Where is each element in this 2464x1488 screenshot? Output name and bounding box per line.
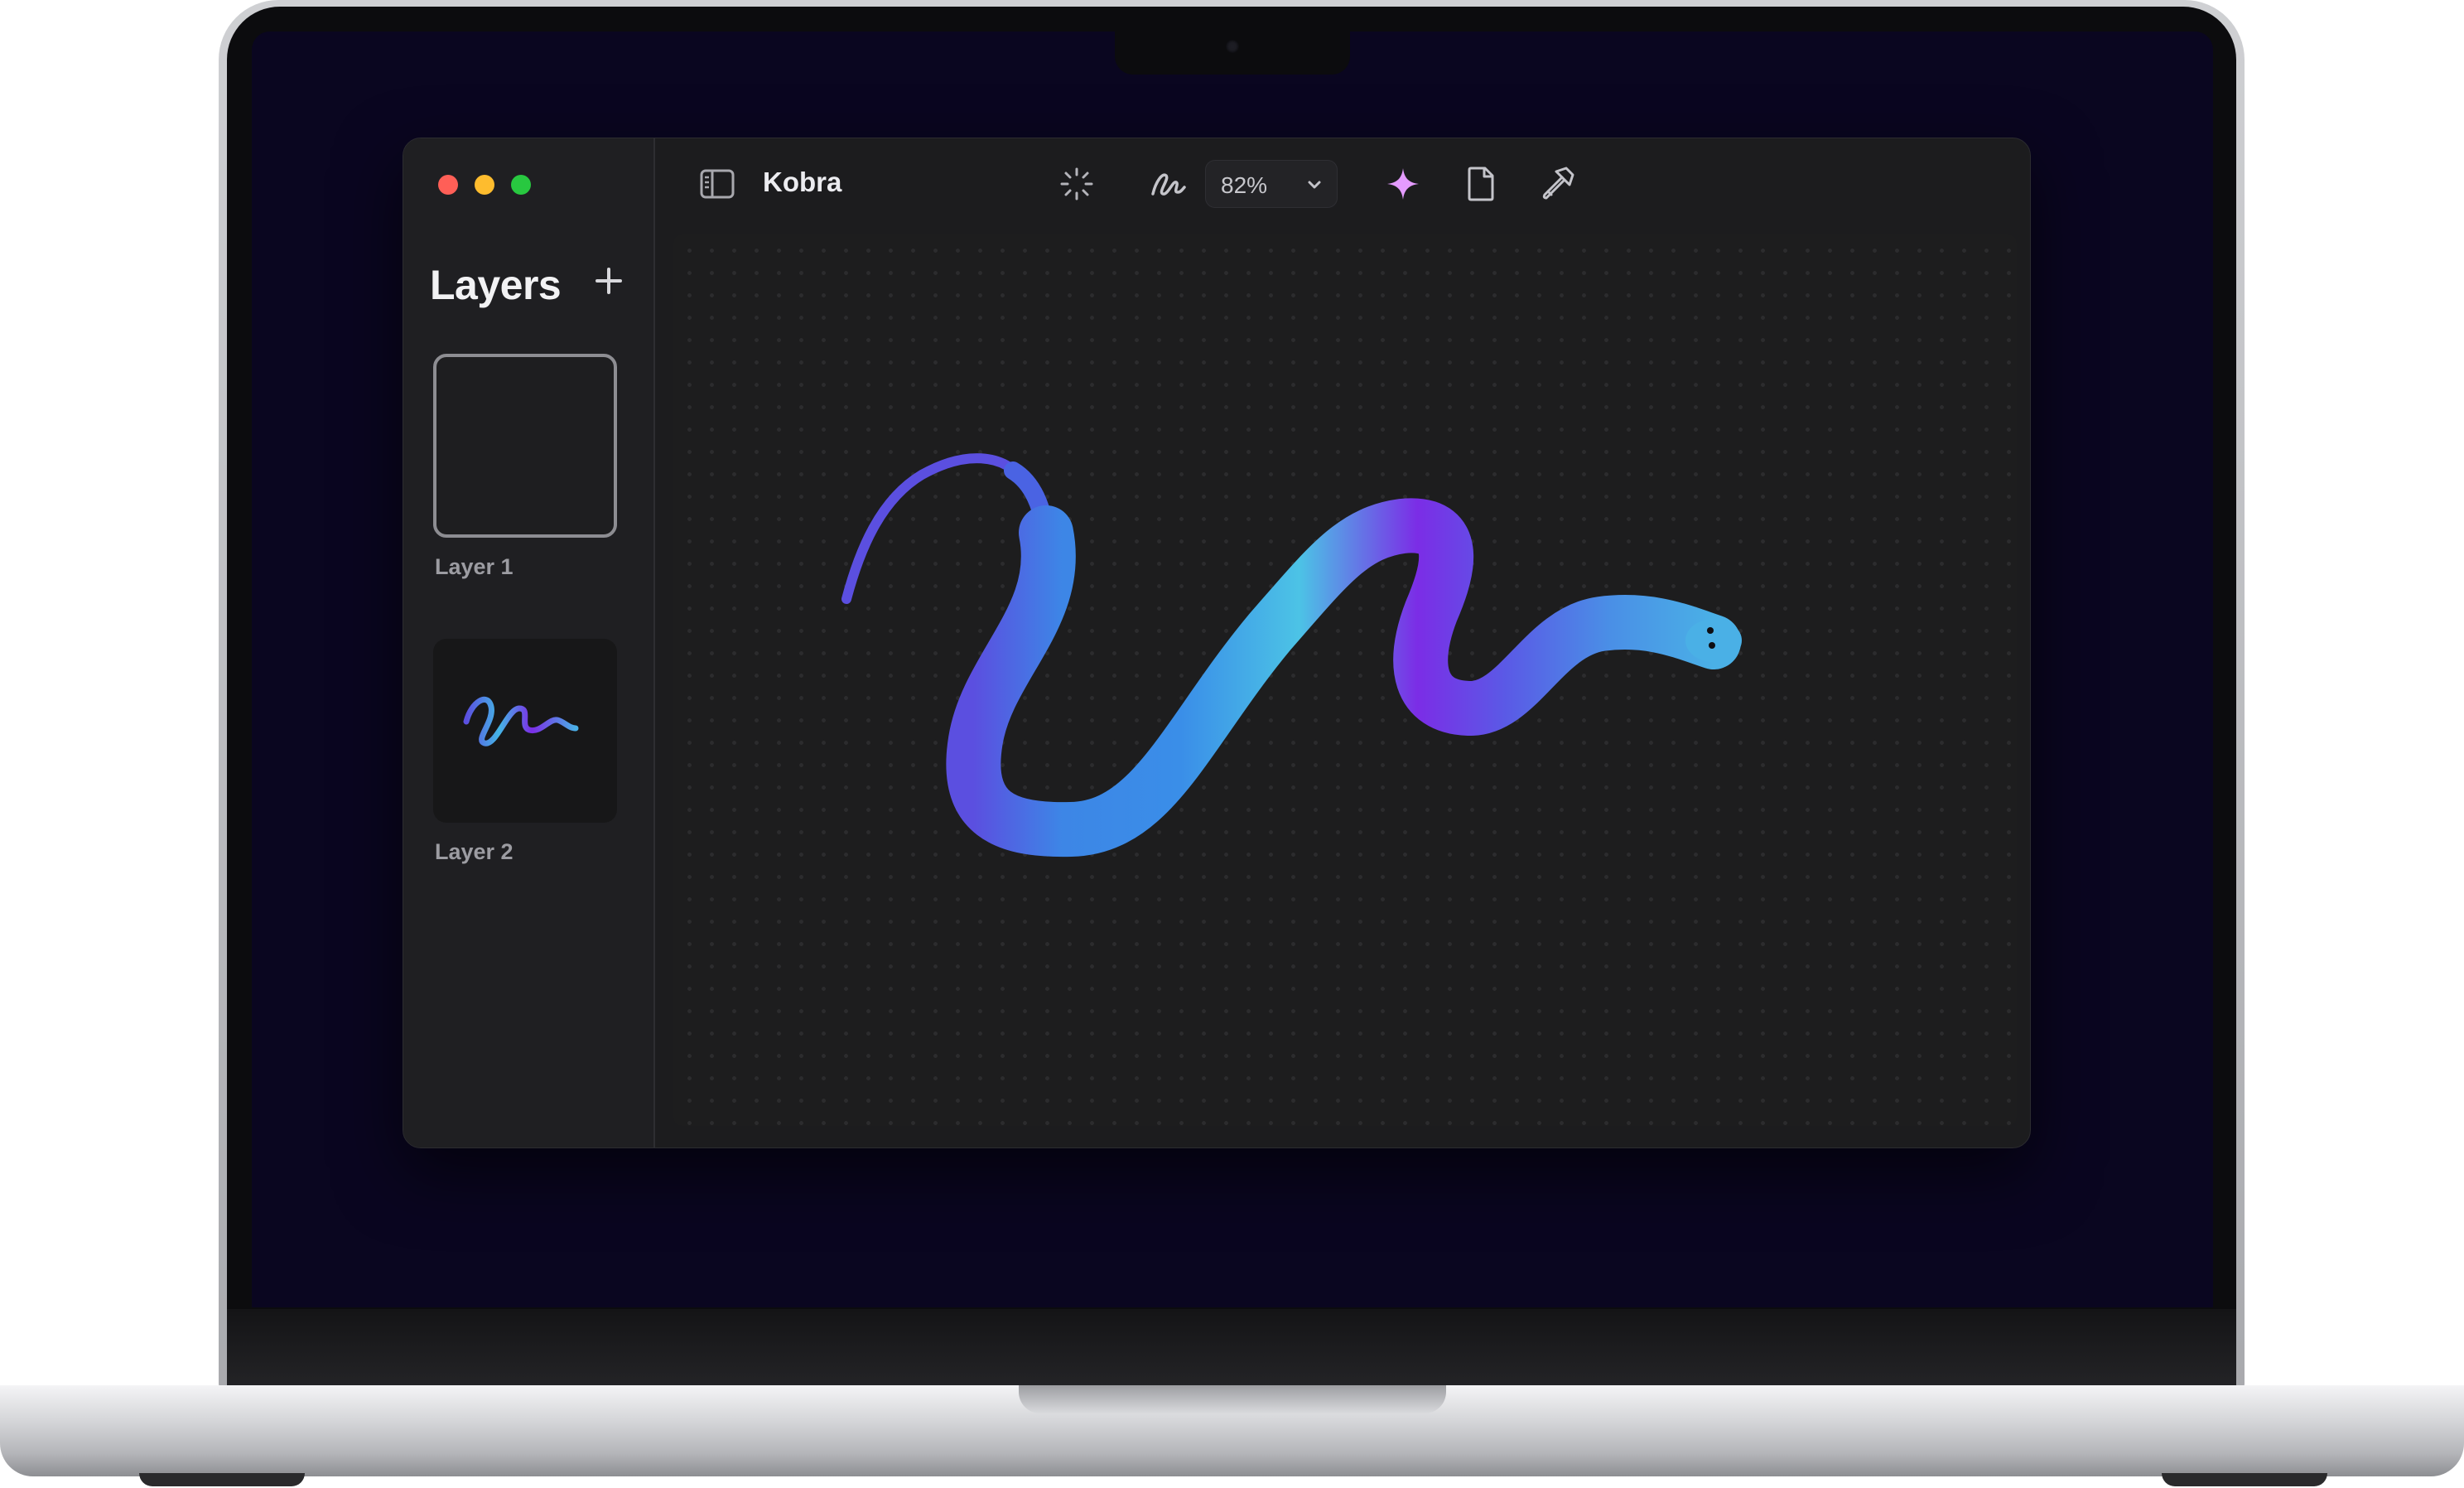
- layer-2-thumbnail[interactable]: [433, 639, 617, 823]
- layer-2-label: Layer 2: [435, 839, 514, 864]
- plus-icon: [596, 268, 622, 294]
- laptop-chin: [227, 1309, 2236, 1385]
- document-icon: [1468, 167, 1494, 201]
- layers-title: Layers: [430, 262, 562, 308]
- sidebar-icon: [700, 169, 735, 199]
- layers-sidebar: Layers Layer 1 Layer 2: [403, 138, 655, 1147]
- camera-icon: [1226, 40, 1239, 53]
- zoom-dropdown[interactable]: 82%: [1205, 160, 1338, 208]
- close-window-button[interactable]: [438, 175, 458, 195]
- activity-tool-button[interactable]: [1054, 162, 1099, 206]
- document-button[interactable]: [1459, 162, 1503, 206]
- hammer-icon: [1542, 167, 1574, 200]
- drawing-canvas[interactable]: [673, 234, 2017, 1126]
- layer-1-thumbnail[interactable]: [433, 354, 617, 538]
- layer-1-label: Layer 1: [435, 554, 514, 579]
- add-layer-button[interactable]: [592, 258, 625, 304]
- laptop-foot-right: [2162, 1473, 2327, 1486]
- document-title: Kobra: [763, 167, 842, 197]
- minimize-window-button[interactable]: [475, 175, 494, 195]
- laptop-opening-notch: [1019, 1385, 1446, 1413]
- build-button[interactable]: [1535, 162, 1579, 206]
- magic-sparkle-icon: [1387, 168, 1419, 200]
- snake-drawing: [841, 453, 1742, 858]
- zoom-window-button[interactable]: [511, 175, 531, 195]
- pen-scribble-icon: [1151, 173, 1186, 196]
- sidebar-toggle-button[interactable]: [698, 165, 736, 203]
- sparkle-loading-icon: [1060, 167, 1093, 200]
- layer-2-preview: [463, 696, 579, 746]
- laptop-foot-left: [139, 1473, 305, 1486]
- toolbar: Kobra 82%: [655, 138, 2030, 229]
- zoom-value: 82%: [1221, 172, 1268, 198]
- magic-button[interactable]: [1381, 162, 1425, 206]
- app-window: Layers Layer 1 Layer 2 Kobra 82%: [403, 138, 2031, 1148]
- chevron-down-icon: [1308, 181, 1321, 189]
- pen-tool-button[interactable]: [1145, 162, 1190, 206]
